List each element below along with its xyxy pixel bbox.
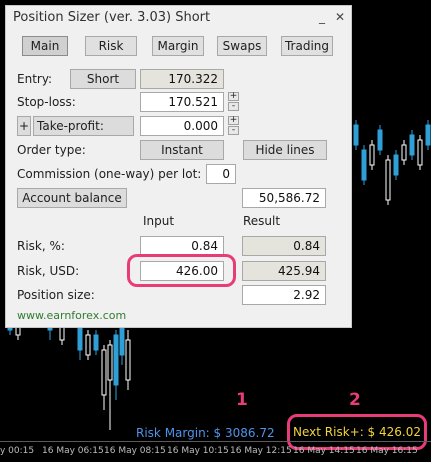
time-axis-label: y 00:15 [0, 446, 35, 456]
risk-usd-result: 425.94 [242, 261, 326, 281]
stop-loss-increase-button[interactable]: + [228, 92, 239, 101]
take-profit-field[interactable]: 0.000 [140, 116, 224, 136]
hide-lines-button[interactable]: Hide lines [243, 140, 327, 160]
risk-percent-result: 0.84 [242, 236, 326, 256]
candle-body [409, 134, 415, 156]
panel-title: Position Sizer (ver. 3.03) Short [13, 10, 211, 25]
risk-percent-input[interactable]: 0.84 [140, 236, 224, 256]
take-profit-increase-button[interactable]: + [228, 116, 239, 125]
candle-body [369, 144, 375, 166]
take-profit-button[interactable]: Take-profit: [33, 116, 134, 136]
close-icon[interactable]: ✕ [333, 10, 347, 24]
commission-label: Commission (one-way) per lot: [17, 167, 202, 181]
tab-swaps[interactable]: Swaps [217, 36, 267, 56]
tab-margin[interactable]: Margin [152, 36, 204, 56]
risk-usd-highlight [127, 254, 236, 287]
position-size-label: Position size: [17, 288, 95, 302]
website-link[interactable]: www.earnforex.com [17, 309, 126, 322]
tab-trading[interactable]: Trading [281, 36, 333, 56]
candle-body [353, 124, 359, 146]
candle-body [385, 159, 391, 201]
risk-usd-label: Risk, USD: [17, 264, 80, 278]
entry-label: Entry: [17, 72, 53, 86]
order-type-label: Order type: [17, 143, 86, 157]
direction-button[interactable]: Short [70, 69, 136, 89]
candle-body [393, 154, 399, 176]
candle-body [113, 334, 119, 386]
account-balance-button[interactable]: Account balance [17, 188, 127, 208]
risk-percent-label: Risk, %: [17, 239, 65, 253]
order-type-button[interactable]: Instant [140, 140, 224, 160]
stop-loss-decrease-button[interactable]: - [228, 102, 239, 111]
risk-margin-label: Risk Margin: $ 3086.72 [136, 426, 275, 440]
candle-body [101, 349, 107, 396]
time-axis-label: 16 May 14:15 [293, 446, 355, 456]
candle-body [85, 334, 91, 356]
account-balance-field[interactable]: 50,586.72 [242, 188, 326, 208]
tab-main[interactable]: Main [22, 36, 68, 56]
take-profit-decrease-button[interactable]: - [228, 126, 239, 135]
time-axis-label: 16 May 08:15 [104, 446, 166, 456]
time-axis-label: 16 May 10:15 [167, 446, 229, 456]
time-axis-label: 16 May 16:15 [356, 446, 418, 456]
candle-body [417, 139, 423, 166]
input-header: Input [143, 214, 175, 228]
candle-body [361, 149, 367, 181]
candle-body [107, 344, 113, 381]
candle-body [377, 129, 383, 151]
commission-field[interactable]: 0 [206, 164, 236, 184]
minimize-icon[interactable]: _ [315, 10, 329, 24]
candle-body [77, 324, 83, 351]
result-header: Result [243, 214, 281, 228]
candle-body [401, 144, 407, 161]
candle-body [425, 124, 431, 146]
stop-loss-field[interactable]: 170.521 [140, 92, 224, 112]
time-axis-label: 16 May 06:15 [42, 446, 104, 456]
entry-price-field[interactable]: 170.322 [140, 69, 224, 89]
annotation-badge-1: 1 [236, 390, 248, 410]
position-size-field[interactable]: 2.92 [242, 285, 326, 305]
take-profit-add-button[interactable]: + [17, 116, 31, 136]
annotation-badge-2: 2 [349, 390, 361, 410]
candle-body [125, 339, 131, 381]
stop-loss-label: Stop-loss: [17, 95, 76, 109]
time-axis-label: 16 May 12:15 [230, 446, 292, 456]
candle-body [93, 334, 99, 351]
time-axis: y 00:15 16 May 06:15 16 May 08:15 16 May… [0, 441, 431, 462]
tab-risk[interactable]: Risk [85, 36, 137, 56]
